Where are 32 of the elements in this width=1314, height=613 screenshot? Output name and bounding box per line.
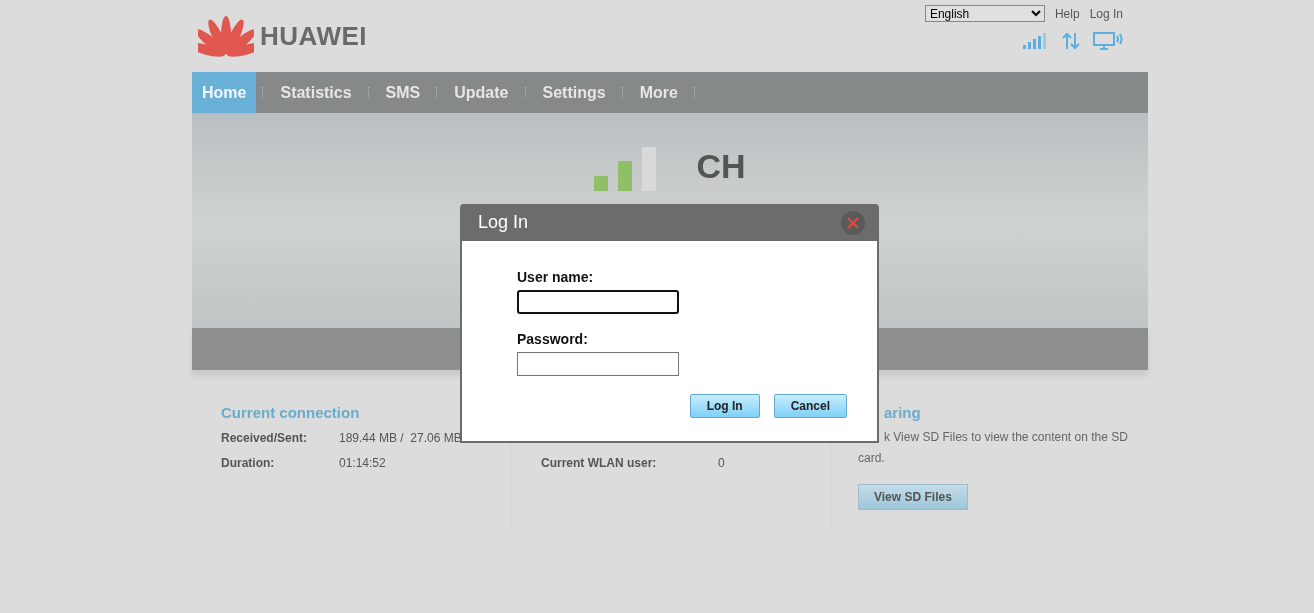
up-down-arrows-icon <box>1061 32 1081 50</box>
section-title: aring <box>883 404 922 421</box>
monitor-icon <box>1093 32 1123 50</box>
nav-tab[interactable]: SMS <box>375 72 431 113</box>
field-label: Password: <box>517 331 589 347</box>
dialog-title: Log In <box>478 212 529 233</box>
header-link[interactable]: Help <box>1054 6 1080 21</box>
nav-tab[interactable]: Update <box>444 72 519 113</box>
signal-icon <box>1023 33 1049 49</box>
section-title: Current connection <box>221 404 361 421</box>
nav-tab[interactable]: More <box>629 72 688 113</box>
header-link[interactable]: Log In <box>1089 6 1123 21</box>
brand-name: HUAWEI <box>260 20 367 52</box>
input-field[interactable] <box>517 352 679 376</box>
view-sd-files-button[interactable]: View SD Files <box>858 484 968 510</box>
dialog-button[interactable]: Cancel <box>773 394 847 418</box>
language-select[interactable]: English <box>924 5 1045 22</box>
dialog-button[interactable]: Log In <box>689 394 760 418</box>
info-label: Received/Sent: <box>221 431 309 445</box>
logo-icon <box>198 15 254 57</box>
section-description: k View SD Files to view the content on the SD card. <box>858 429 1128 467</box>
info-label: Duration: <box>221 456 276 470</box>
input-field[interactable] <box>517 290 679 314</box>
info-label: Current WLAN user: <box>541 456 658 470</box>
signal-bars-icon <box>594 147 659 191</box>
operator-name: CH <box>696 147 746 187</box>
field-label: User name: <box>517 269 595 285</box>
info-value: 0 <box>718 456 726 470</box>
nav-tab[interactable]: Statistics <box>270 72 362 113</box>
info-value: 01:14:52 <box>339 456 387 470</box>
nav-tab[interactable]: Settings <box>532 72 616 113</box>
close-icon <box>847 216 859 229</box>
